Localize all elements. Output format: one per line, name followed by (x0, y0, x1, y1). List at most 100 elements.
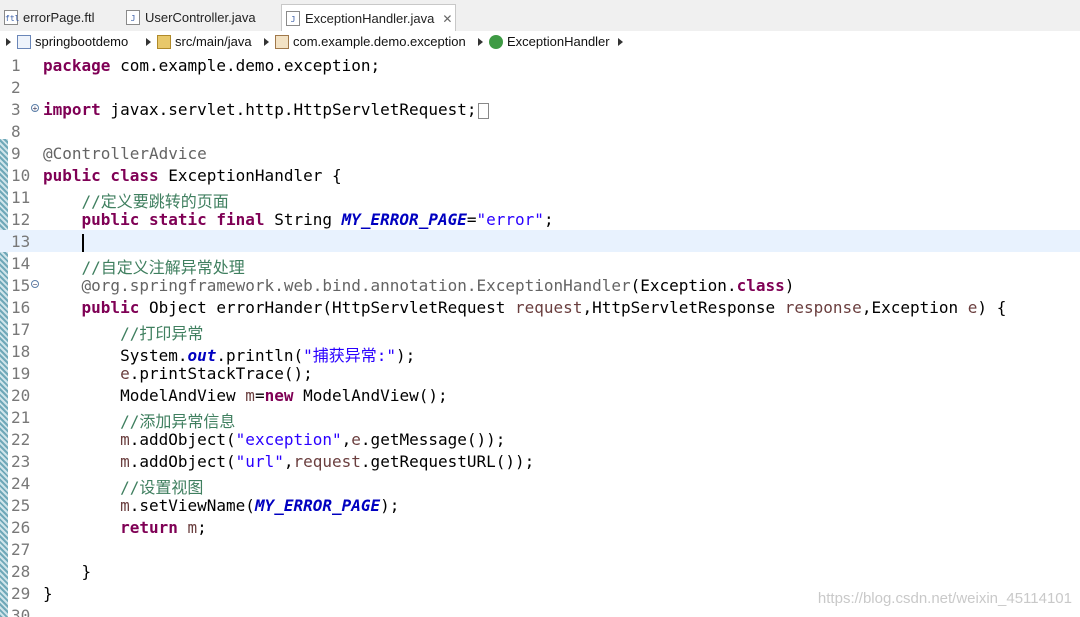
code-text: ,Exception (861, 298, 968, 317)
keyword: package (43, 56, 111, 75)
variable: m (177, 518, 198, 537)
string-literal: "url" (235, 452, 284, 471)
variable: m (245, 386, 255, 405)
breadcrumb: springbootdemo src/main/java com.example… (0, 31, 1080, 53)
string-literal: "exception" (235, 430, 342, 449)
code-text: ExceptionHandler { (158, 166, 342, 185)
breadcrumb-project[interactable]: springbootdemo (6, 34, 128, 49)
collapse-fold-icon[interactable]: − (31, 280, 39, 289)
keyword: return (120, 518, 178, 537)
tab-label: UserController.java (145, 10, 256, 25)
code-line: 17 //打印异常 (0, 318, 1080, 343)
code-text: = (466, 210, 477, 229)
annotation: @org.springframework.web.bind.annotation… (81, 276, 477, 295)
tab-label: errorPage.ftl (23, 10, 95, 25)
tab-usercontroller-java[interactable]: J UserController.java (122, 4, 280, 31)
code-line: 16 public Object errorHander(HttpServlet… (0, 296, 1080, 318)
code-line: 14 //自定义注解异常处理 (0, 252, 1080, 277)
keyword: new (264, 386, 294, 405)
code-line: 25 m.setViewName(MY_ERROR_PAGE); (0, 494, 1080, 516)
tab-exceptionhandler-java[interactable]: J ExceptionHandler.java ✕ (281, 4, 456, 32)
breadcrumb-folder[interactable]: src/main/java (146, 34, 252, 49)
code-text: ,HttpServletResponse (582, 298, 785, 317)
code-line: 8 (0, 120, 1080, 142)
code-text: ; (543, 210, 554, 229)
code-line: 15 − @org.springframework.web.bind.annot… (0, 274, 1080, 296)
code-line: 18 System.out.println("捕获异常:"); (0, 340, 1080, 365)
line-number: 30 (11, 606, 31, 617)
code-line: 27 (0, 538, 1080, 560)
code-text: ) (784, 276, 795, 295)
code-text: .addObject( (129, 452, 236, 471)
breadcrumb-project-label: springbootdemo (35, 34, 129, 49)
code-line: 23 m.addObject("url",request.getRequestU… (0, 450, 1080, 472)
line-number: 20 (11, 386, 31, 405)
code-text: (Exception. (630, 276, 737, 295)
ftl-file-icon: ftl (4, 10, 19, 25)
code-text: .printStackTrace(); (129, 364, 313, 383)
keyword: class (736, 276, 785, 295)
breadcrumb-package[interactable]: com.example.demo.exception (264, 34, 466, 49)
line-number: 25 (11, 496, 31, 515)
line-number: 10 (11, 166, 31, 185)
code-text: ModelAndView (120, 386, 246, 405)
keyword: public class (43, 166, 159, 185)
line-number: 27 (11, 540, 31, 559)
code-line: 11 //定义要跳转的页面 (0, 186, 1080, 211)
chevron-right-icon (264, 37, 269, 46)
breadcrumb-class[interactable]: ExceptionHandler (478, 34, 623, 49)
code-line: 20 ModelAndView m=new ModelAndView(); (0, 384, 1080, 406)
line-number: 17 (11, 320, 31, 339)
text-cursor (81, 233, 84, 252)
line-number: 14 (11, 254, 31, 273)
tab-label: ExceptionHandler.java (305, 11, 435, 26)
code-text: .addObject( (129, 430, 236, 449)
chevron-right-icon (617, 37, 623, 46)
line-number: 2 (11, 78, 21, 97)
variable: e (351, 430, 361, 449)
line-number: 22 (11, 430, 31, 449)
line-number: 1 (11, 56, 21, 75)
line-number: 24 (11, 474, 31, 493)
parameter: response (784, 298, 862, 317)
code-text: String (264, 210, 342, 229)
chevron-right-icon (146, 37, 151, 46)
code-text: com.example.demo.exception; (110, 56, 381, 75)
close-icon[interactable]: ✕ (442, 12, 452, 26)
project-icon (17, 34, 31, 49)
code-text: = (254, 386, 265, 405)
line-number: 16 (11, 298, 31, 317)
line-number: 28 (11, 562, 31, 581)
code-text: .getRequestURL()); (360, 452, 535, 471)
static-field: MY_ERROR_PAGE (341, 210, 467, 229)
line-number: 9 (11, 144, 21, 163)
line-number: 8 (11, 122, 21, 141)
tab-errorpage-ftl[interactable]: ftl errorPage.ftl (0, 4, 112, 31)
code-text: Object errorHander(HttpServletRequest (139, 298, 516, 317)
folded-block-icon[interactable] (478, 102, 490, 119)
line-number: 15 (11, 276, 31, 295)
expand-fold-icon[interactable]: + (31, 104, 39, 113)
code-text: javax.servlet.http.HttpServletRequest; (100, 100, 477, 119)
code-text: ; (197, 518, 207, 537)
line-number: 12 (11, 210, 31, 229)
source-folder-icon (157, 34, 171, 49)
code-editor[interactable]: 1 package com.example.demo.exception; 2 … (0, 53, 1080, 617)
code-text: , (341, 430, 352, 449)
code-line: 12 public static final String MY_ERROR_P… (0, 208, 1080, 230)
code-text: } (81, 562, 92, 581)
code-line: 21 //添加异常信息 (0, 406, 1080, 431)
chevron-right-icon (6, 37, 11, 46)
annotation: ExceptionHandler (476, 276, 631, 295)
line-number: 13 (11, 232, 31, 251)
line-number: 29 (11, 584, 31, 603)
string-literal: "error" (476, 210, 544, 229)
parameter: e (967, 298, 978, 317)
code-line: 1 package com.example.demo.exception; (0, 54, 1080, 76)
line-number: 26 (11, 518, 31, 537)
code-text: ); (380, 496, 400, 515)
class-icon (489, 34, 503, 49)
code-line: 24 //设置视图 (0, 472, 1080, 497)
line-number: 3 (11, 100, 21, 119)
code-text: ) { (977, 298, 1007, 317)
